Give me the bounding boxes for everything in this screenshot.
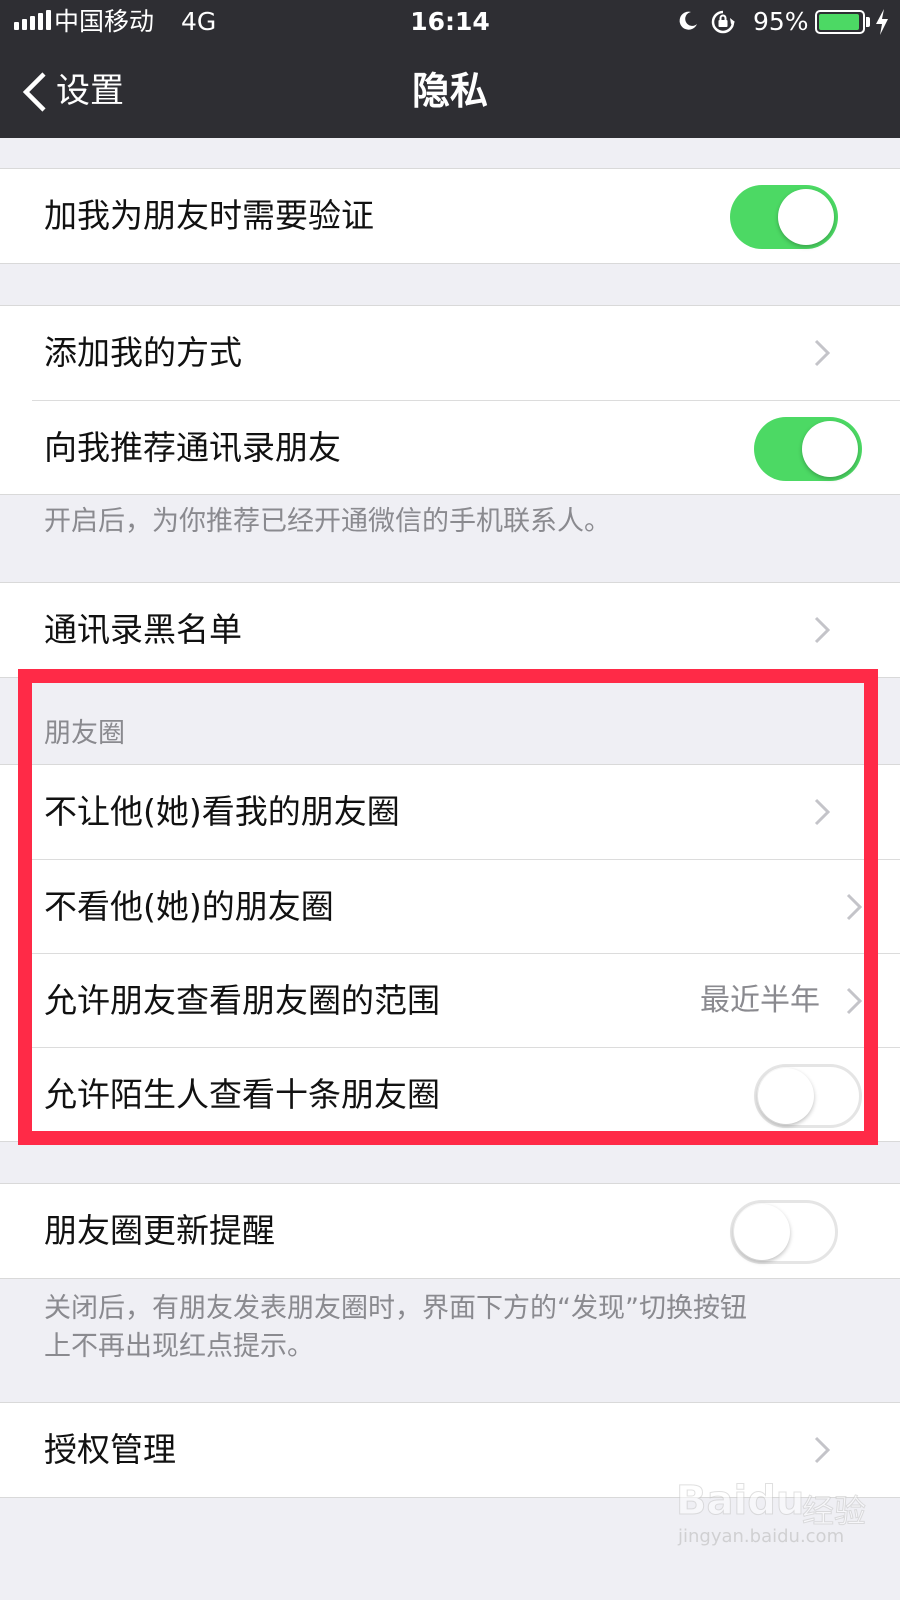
row-label: 加我为朋友时需要验证	[44, 196, 374, 235]
battery-icon	[815, 10, 865, 34]
rotation-lock-icon	[711, 10, 735, 34]
watermark-logo: Baidu	[675, 1478, 805, 1525]
status-bar: 中国移动 4G 16:14 95%	[0, 0, 900, 45]
footer-line: 上不再出现红点提示。	[44, 1331, 314, 1362]
toggle-knob	[734, 1204, 790, 1260]
charging-icon	[876, 9, 888, 35]
moments-reminder-footer: 关闭后，有朋友发表朋友圈时，界面下方的“发现”切换按钮 上不再出现红点提示。	[44, 1290, 864, 1366]
row-label: 向我推荐通讯录朋友	[44, 428, 341, 467]
moments-update-reminder-row[interactable]: 朋友圈更新提醒	[0, 1184, 900, 1278]
page-title: 隐私	[411, 69, 488, 113]
moon-icon	[679, 11, 697, 30]
baidu-watermark: Baidu 经验 jingyan.baidu.com	[675, 1478, 866, 1548]
chevron-right-icon	[814, 1436, 830, 1464]
friend-verification-row[interactable]: 加我为朋友时需要验证	[0, 169, 900, 263]
watermark-url: jingyan.baidu.com	[678, 1526, 845, 1547]
toggle-knob	[802, 421, 858, 477]
friend-verification-group: 加我为朋友时需要验证	[0, 168, 900, 264]
footer-line: 关闭后，有朋友发表朋友圈时，界面下方的“发现”切换按钮	[44, 1293, 747, 1324]
battery-percent: 95%	[753, 7, 809, 36]
friend-verification-toggle[interactable]	[730, 185, 838, 249]
recommend-contacts-footer: 开启后，为你推荐已经开通微信的手机联系人。	[44, 506, 611, 537]
recommend-contacts-row[interactable]: 向我推荐通讯录朋友	[32, 400, 900, 494]
contacts-blacklist-row[interactable]: 通讯录黑名单	[0, 583, 900, 677]
nav-bar: 设置 隐私	[0, 45, 900, 138]
highlight-box	[18, 669, 878, 1145]
battery-tip	[866, 17, 870, 27]
battery-fill	[819, 14, 859, 30]
moments-update-reminder-toggle[interactable]	[730, 1200, 838, 1264]
toggle-knob	[778, 189, 834, 245]
row-label: 添加我的方式	[44, 333, 242, 372]
add-me-group: 添加我的方式 向我推荐通讯录朋友	[0, 305, 900, 495]
row-label: 朋友圈更新提醒	[44, 1211, 275, 1250]
moments-notification-group: 朋友圈更新提醒	[0, 1183, 900, 1279]
row-label: 通讯录黑名单	[44, 610, 242, 649]
chevron-right-icon	[814, 616, 830, 644]
blacklist-group: 通讯录黑名单	[0, 582, 900, 678]
row-label: 授权管理	[44, 1430, 176, 1469]
add-me-method-row[interactable]: 添加我的方式	[0, 306, 900, 400]
recommend-contacts-toggle[interactable]	[754, 417, 862, 481]
chevron-right-icon	[814, 339, 830, 367]
